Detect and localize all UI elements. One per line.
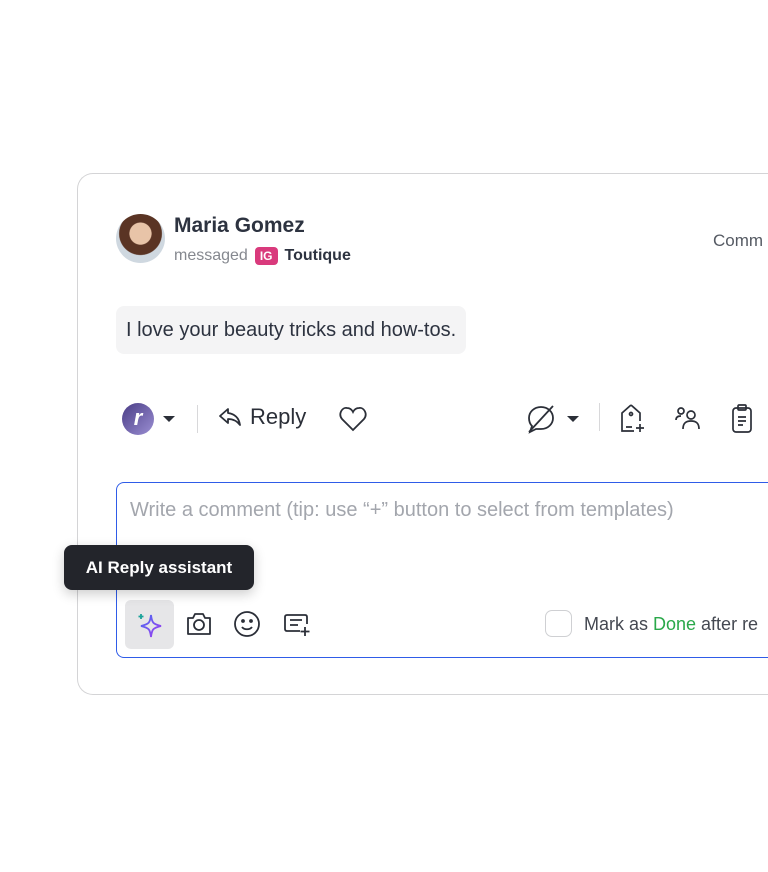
add-tag-icon[interactable]: [620, 403, 646, 435]
comment-type-label: Comm: [713, 231, 764, 250]
camera-icon[interactable]: [185, 611, 213, 637]
mark-done-label[interactable]: Mark as Done after re: [584, 614, 758, 635]
reply-icon: [219, 408, 241, 426]
done-text: Done: [653, 614, 697, 634]
emoji-icon[interactable]: [233, 610, 261, 638]
reply-label: Reply: [250, 404, 307, 429]
assign-users-icon[interactable]: [674, 405, 700, 431]
chevron-down-icon[interactable]: [567, 416, 579, 422]
reply-button[interactable]: Reply: [218, 404, 306, 430]
divider: [599, 403, 600, 431]
instagram-badge: IG: [254, 247, 278, 265]
mark-suffix: after re: [696, 614, 759, 634]
message-bubble: I love your beauty tricks and how-tos.: [116, 306, 467, 354]
heart-icon[interactable]: [339, 406, 367, 432]
comment-input[interactable]: Write a comment (tip: use “+” button to …: [130, 499, 674, 522]
author-name[interactable]: Maria Gomez: [174, 214, 305, 238]
account-name: Toutique: [284, 247, 351, 264]
message-meta: messaged IG Toutique: [174, 247, 351, 265]
divider: [197, 405, 198, 433]
ai-reply-button[interactable]: [125, 600, 174, 649]
sparkle-icon: [138, 613, 161, 637]
brand-account-avatar[interactable]: r: [122, 403, 154, 435]
mark-done-checkbox[interactable]: [545, 610, 572, 637]
action-text: messaged: [174, 247, 248, 264]
no-sentiment-icon[interactable]: [526, 404, 556, 434]
chevron-down-icon[interactable]: [163, 416, 175, 422]
templates-icon[interactable]: [282, 612, 312, 638]
mark-prefix: Mark as: [584, 614, 654, 634]
ai-reply-tooltip: AI Reply assistant: [64, 545, 254, 590]
avatar[interactable]: [116, 214, 165, 263]
clipboard-icon[interactable]: [731, 404, 753, 434]
